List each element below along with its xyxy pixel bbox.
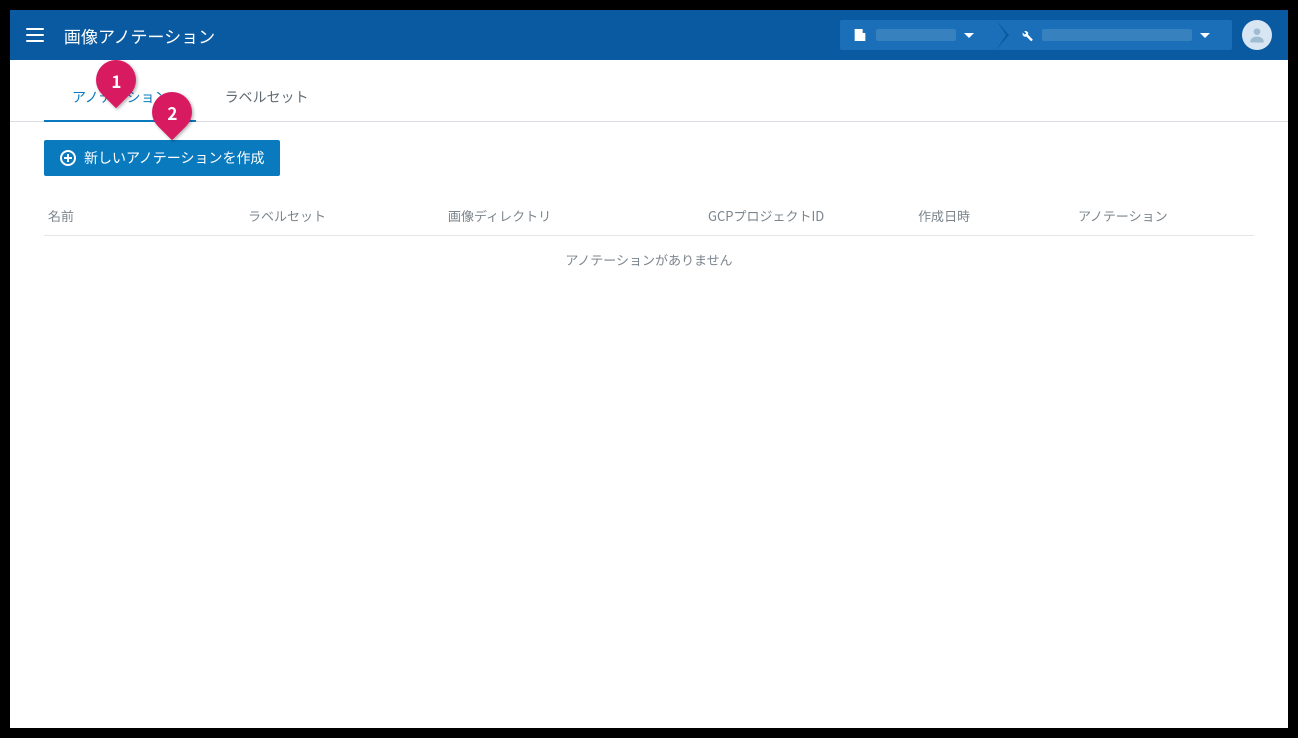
header-right [840, 20, 1272, 50]
org-name-placeholder [876, 29, 956, 41]
project-name-placeholder [1042, 29, 1192, 41]
col-image-dir: 画像ディレクトリ [448, 206, 708, 225]
empty-state: アノテーションがありません [44, 236, 1254, 283]
tab-annotation[interactable]: アノテーション [44, 60, 196, 121]
main-content: 新しいアノテーションを作成 名前 ラベルセット 画像ディレクトリ GCPプロジェ… [10, 122, 1288, 728]
user-icon [1247, 25, 1267, 45]
create-annotation-label: 新しいアノテーションを作成 [84, 148, 264, 168]
tab-labelset[interactable]: ラベルセット [196, 60, 336, 121]
context-selector [840, 20, 1232, 50]
building-icon [852, 27, 868, 43]
col-labelset: ラベルセット [248, 206, 448, 225]
page-title: 画像アノテーション [64, 23, 215, 48]
chevron-down-icon [964, 33, 974, 38]
tab-labelset-label: ラベルセット [224, 87, 308, 107]
table-header: 名前 ラベルセット 画像ディレクトリ GCPプロジェクトID 作成日時 アノテー… [44, 192, 1254, 236]
chevron-down-icon [1200, 33, 1210, 38]
col-gcp: GCPプロジェクトID [708, 206, 918, 225]
create-annotation-button[interactable]: 新しいアノテーションを作成 [44, 140, 280, 176]
menu-icon[interactable] [26, 23, 50, 47]
tab-annotation-label: アノテーション [72, 87, 168, 107]
user-avatar[interactable] [1242, 20, 1272, 50]
wrench-icon [1018, 27, 1034, 43]
plus-circle-icon [60, 150, 76, 166]
col-created: 作成日時 [918, 206, 1078, 225]
tab-bar: アノテーション ラベルセット [10, 60, 1288, 122]
col-annotation: アノテーション [1078, 206, 1250, 225]
col-name: 名前 [48, 206, 248, 225]
org-selector[interactable] [840, 20, 996, 50]
project-selector[interactable] [996, 20, 1232, 50]
app-header: 画像アノテーション [10, 10, 1288, 60]
